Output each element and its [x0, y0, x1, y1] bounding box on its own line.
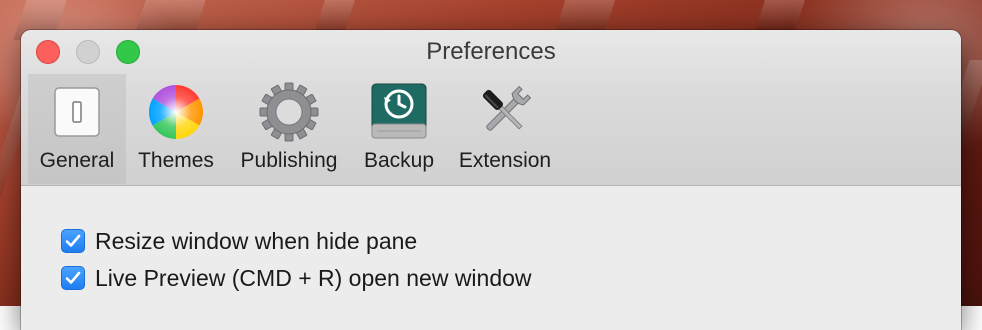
titlebar-toolbar: Preferences General Themes Publishing Ba…	[21, 30, 961, 186]
tab-publishing-label: Publishing	[240, 149, 338, 172]
gear-icon	[257, 80, 321, 144]
resize-window-checkbox[interactable]	[61, 229, 85, 253]
tab-extension[interactable]: Extension	[449, 74, 561, 184]
window-title: Preferences	[426, 38, 556, 65]
tab-publishing[interactable]: Publishing	[228, 74, 350, 184]
tab-backup[interactable]: Backup	[354, 74, 444, 184]
tab-general[interactable]: General	[28, 74, 126, 184]
color-wheel-icon	[144, 80, 208, 144]
tab-extension-label: Extension	[458, 149, 552, 172]
tab-backup-label: Backup	[363, 149, 435, 172]
tools-icon	[473, 80, 537, 144]
time-machine-drive-icon	[367, 80, 431, 144]
tab-themes[interactable]: Themes	[128, 74, 224, 184]
tab-general-label: General	[39, 149, 115, 172]
live-preview-label[interactable]: Live Preview (CMD + R) open new window	[95, 265, 532, 292]
switch-icon	[45, 80, 109, 144]
live-preview-checkbox[interactable]	[61, 266, 85, 290]
resize-window-option[interactable]: Resize window when hide pane	[61, 226, 417, 256]
preferences-window: Preferences General Themes Publishing Ba…	[21, 30, 961, 330]
live-preview-option[interactable]: Live Preview (CMD + R) open new window	[61, 263, 532, 293]
resize-window-label[interactable]: Resize window when hide pane	[95, 228, 417, 255]
tab-themes-label: Themes	[138, 149, 214, 172]
general-pane: Resize window when hide pane Live Previe…	[21, 186, 961, 330]
